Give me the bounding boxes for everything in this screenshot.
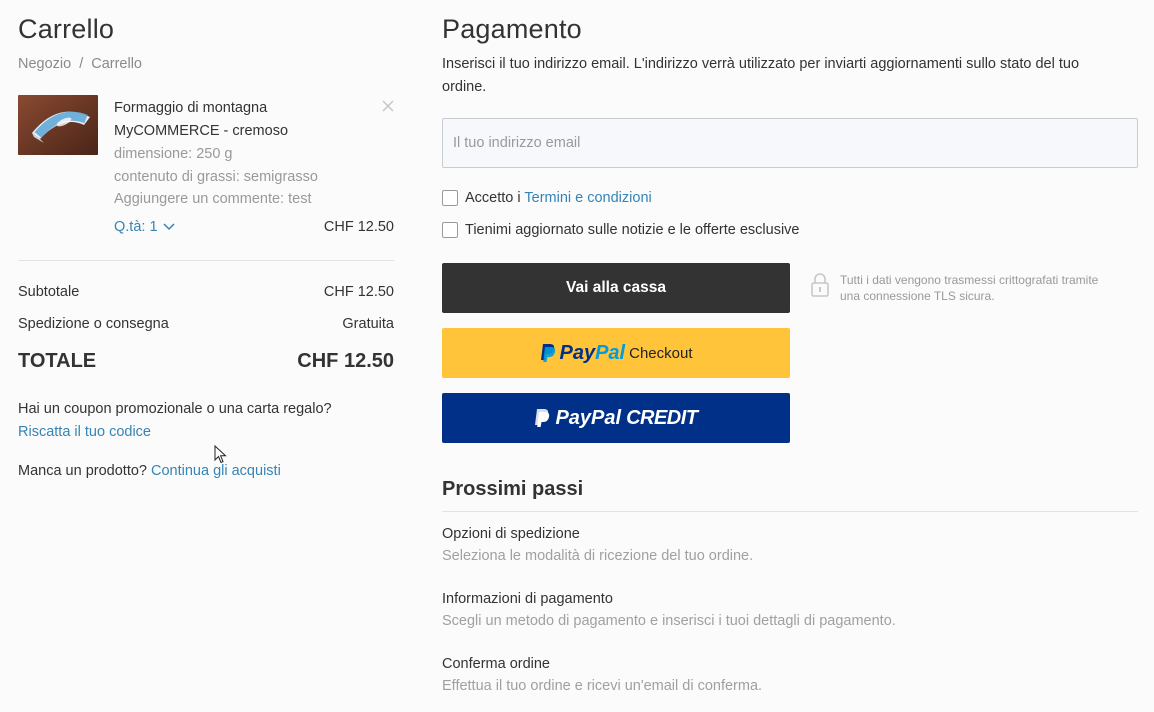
subtotal-value: CHF 12.50 [323,284,394,300]
newsletter-checkbox[interactable] [442,222,458,238]
continue-shopping-link[interactable]: Continua gli acquisti [151,463,281,479]
quantity-label: Q.tà: 1 [114,219,158,235]
total-row: TOTALE CHF 12.50 [18,350,394,373]
product-image[interactable] [18,95,98,155]
breadcrumb-shop[interactable]: Negozio [18,56,71,72]
shipping-label: Spedizione o consegna [18,316,169,332]
breadcrumb-separator: / [79,56,84,72]
newsletter-label: Tienimi aggiornato sulle notizie e le of… [465,222,800,238]
next-steps-title: Prossimi passi [442,478,584,500]
checkout-button-label: Vai alla cassa [566,279,666,296]
terms-checkbox-row[interactable]: Accetto i Termini e condizioni [442,190,652,206]
step-title: Conferma ordine [442,656,550,672]
terms-link[interactable]: Termini e condizioni [524,190,651,206]
paypal-credit-button[interactable]: Pay Pal CREDIT [442,393,790,443]
total-value: CHF 12.50 [297,350,394,372]
step-description: Effettua il tuo ordine e ricevi un'email… [442,678,763,694]
item-attr-comment: Aggiungere un commente: test [114,191,312,207]
redeem-code-link[interactable]: Riscatta il tuo codice [18,421,332,444]
step-shipping: Opzioni di spedizione Seleziona le modal… [442,523,753,567]
subtotal-label: Subtotale [18,284,80,300]
total-label: TOTALE [18,350,97,372]
breadcrumb: Negozio / Carrello [18,56,142,72]
paypal-word-pay: Pay [559,341,596,364]
paypal-checkout-button[interactable]: Pay Pal Checkout [442,328,790,378]
item-name-line2[interactable]: MyCOMMERCE - cremoso [114,120,374,143]
step-confirm-order: Conferma ordine Effettua il tuo ordine e… [442,653,762,697]
subtotal-row: Subtotale CHF 12.50 [18,284,394,300]
newsletter-checkbox-row[interactable]: Tienimi aggiornato sulle notizie e le of… [442,222,799,238]
paypal-credit-label: CREDIT [626,406,698,429]
missing-product-text: Manca un prodotto? [18,463,147,479]
close-icon [382,100,394,112]
paypal-word-pal: Pal [591,406,622,429]
terms-label: Accetto i [465,190,521,206]
secure-text: Tutti i dati vengono trasmessi crittogra… [840,273,1099,303]
paypal-checkout-label: Checkout [629,344,693,362]
item-attr-fat: contenuto di grassi: semigrasso [114,168,318,185]
step-payment-info: Informazioni di pagamento Scegli un meto… [442,588,896,632]
item-attr-size: dimensione: 250 g [114,146,233,162]
remove-item-button[interactable] [380,98,396,114]
coupon-text: Hai un coupon promozionale o una carta r… [18,401,332,417]
item-price: CHF 12.50 [323,219,394,235]
quantity-dropdown[interactable]: Q.tà: 1 [114,219,175,235]
shipping-value: Gratuita [342,316,394,332]
payment-title: Pagamento [442,14,582,44]
shipping-row: Spedizione o consegna Gratuita [18,316,394,332]
chevron-down-icon [163,223,175,231]
divider [442,511,1138,512]
step-title: Informazioni di pagamento [442,591,613,607]
divider [18,260,394,261]
breadcrumb-current: Carrello [91,56,142,72]
step-description: Seleziona le modalità di ricezione del t… [442,548,754,564]
email-field[interactable] [442,118,1138,168]
missing-product-section: Manca un prodotto? Continua gli acquisti [18,463,281,479]
mouse-cursor-icon [214,445,227,464]
secure-notice: Tutti i dati vengono trasmessi crittogra… [810,272,1110,304]
step-title: Opzioni di spedizione [442,526,580,542]
item-name-line1[interactable]: Formaggio di montagna [114,97,374,120]
item-info: Formaggio di montagna MyCOMMERCE - cremo… [114,97,374,211]
paypal-word-pay: Pay [555,406,592,429]
payment-intro: Inserisci il tuo indirizzo email. L'indi… [442,56,1080,95]
page-title: Carrello [18,14,115,44]
paypal-logo-icon [540,344,555,362]
step-description: Scegli un metodo di pagamento e inserisc… [442,613,896,629]
paypal-word-pal: Pal [595,341,626,364]
terms-checkbox[interactable] [442,190,458,206]
paypal-logo-icon [535,409,550,427]
lock-icon [811,273,829,297]
cart-item: Formaggio di montagna MyCOMMERCE - cremo… [18,95,394,245]
coupon-section: Hai un coupon promozionale o una carta r… [18,398,332,444]
checkout-button[interactable]: Vai alla cassa [442,263,790,313]
